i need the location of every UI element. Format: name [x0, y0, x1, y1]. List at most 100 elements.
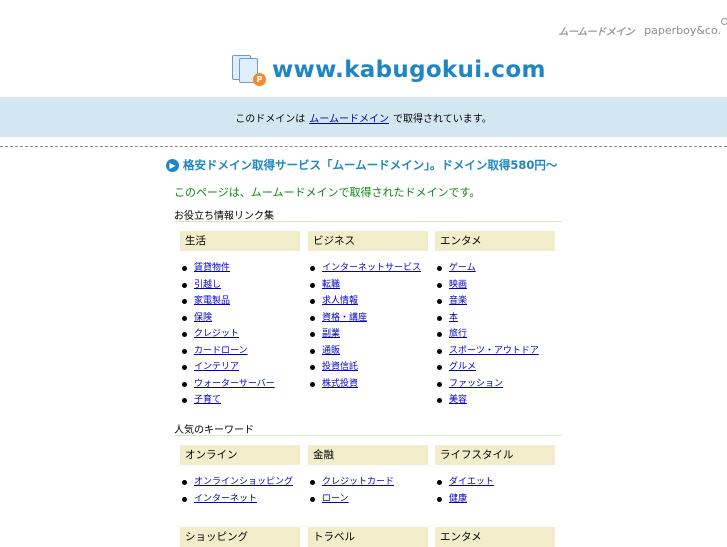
domain-title: www.kabugokui.com [272, 57, 546, 83]
category-link[interactable]: 映画 [449, 280, 467, 290]
category-link[interactable]: ファッション [449, 379, 503, 389]
category-link[interactable]: 美容 [449, 395, 467, 405]
category-link[interactable]: 資格・講座 [322, 313, 367, 323]
category-header: ビジネス [308, 231, 428, 251]
list-item: インテリア [182, 359, 300, 376]
list-item: 健康 [437, 491, 555, 508]
category-link[interactable]: インテリア [194, 362, 239, 372]
list-item: 旅行 [437, 326, 555, 343]
category-link[interactable]: カードローン [194, 346, 248, 356]
brand-logos: ムームードメイン paperboy&co. [558, 17, 727, 40]
list-item: 引越し [182, 277, 300, 294]
dashed-divider [0, 146, 727, 147]
category-column: ライフスタイル ダイエット 健康 [435, 445, 555, 507]
category-link[interactable]: クレジットカード [322, 477, 394, 487]
category-link-list: 賃貸物件引越し家電製品保険クレジットカードローン インテリアウォーターサーバー 子育… [180, 260, 300, 409]
category-column: ショッピング [180, 527, 300, 547]
category-link[interactable]: 子育て [194, 395, 221, 405]
category-column: エンタメ [435, 527, 555, 547]
section-heading: 人気のキーワード [174, 425, 254, 436]
notice-suffix: で取得されています。 [393, 113, 492, 125]
category-link[interactable]: インターネットサービス [322, 263, 421, 273]
category-link[interactable]: 音楽 [449, 296, 467, 306]
category-header: トラベル [308, 527, 428, 547]
section-rule [174, 221, 562, 222]
category-column: ビジネスインターネットサービス 転職求人情報資格・講座副業通販投資信託株式投資 [308, 231, 428, 392]
category-link[interactable]: 本 [449, 313, 458, 323]
category-link[interactable]: 引越し [194, 280, 221, 290]
category-link[interactable]: 保険 [194, 313, 212, 323]
notice-mumu-link[interactable]: ムームードメイン [309, 110, 389, 125]
category-header: オンライン [180, 445, 300, 465]
category-link[interactable]: グルメ [449, 362, 476, 372]
list-item: 副業 [310, 326, 428, 343]
category-link-list: ダイエット 健康 [435, 474, 555, 507]
category-column: トラベル [308, 527, 428, 547]
category-link[interactable]: スポーツ・アウトドア [449, 346, 539, 356]
paperboy-dot-icon [721, 17, 727, 25]
list-item: 音楽 [437, 293, 555, 310]
category-link[interactable]: 求人情報 [322, 296, 358, 306]
category-link[interactable]: 副業 [322, 329, 340, 339]
promo-banner[interactable]: ▶ 格安ドメイン取得サービス「ムームードメイン」。ドメイン取得580円～ [166, 157, 557, 173]
play-circle-icon: ▶ [166, 158, 179, 172]
promo-text: 格安ドメイン取得サービス「ムームードメイン」。ドメイン取得580円～ [183, 158, 558, 172]
category-column: エンタメゲーム映画音楽本旅行スポーツ・アウトドア グルメファッション 美容 [435, 231, 555, 409]
list-item: 転職 [310, 277, 428, 294]
list-item: クレジット [182, 326, 300, 343]
category-header: エンタメ [435, 231, 555, 251]
category-link[interactable]: 旅行 [449, 329, 467, 339]
category-header: 金融 [308, 445, 428, 465]
list-item: ローン [310, 491, 428, 508]
mumu-domain-logo[interactable]: ムームードメイン [558, 23, 634, 38]
notice-bar: このドメインは ムームードメイン で取得されています。 [0, 97, 727, 137]
list-item: インターネットサービス [310, 260, 428, 277]
category-column: オンラインオンラインショッピング インターネット [180, 445, 300, 507]
category-link[interactable]: クレジット [194, 329, 239, 339]
section-heading: お役立ち情報リンク集 [174, 211, 274, 222]
list-item: 賃貸物件 [182, 260, 300, 277]
category-link-list: クレジットカード ローン [308, 474, 428, 507]
category-header: ショッピング [180, 527, 300, 547]
sub-text: このページは、ムームードメインで取得されたドメインです。 [174, 186, 481, 199]
list-item: 家電製品 [182, 293, 300, 310]
list-item: ファッション [437, 376, 555, 393]
domain-pages-icon: P [232, 53, 266, 87]
list-item: インターネット [182, 491, 300, 508]
category-column: 金融クレジットカード ローン [308, 445, 428, 507]
category-link[interactable]: 家電製品 [194, 296, 230, 306]
domain-badge-icon: P [253, 73, 266, 86]
category-link-list: インターネットサービス 転職求人情報資格・講座副業通販投資信託株式投資 [308, 260, 428, 392]
list-item: スポーツ・アウトドア [437, 343, 555, 360]
category-link[interactable]: 転職 [322, 280, 340, 290]
paperboy-logo[interactable]: paperboy&co. [644, 17, 727, 37]
category-link-list: ゲーム映画音楽本旅行スポーツ・アウトドア グルメファッション 美容 [435, 260, 555, 409]
list-item: 求人情報 [310, 293, 428, 310]
category-link[interactable]: 健康 [449, 494, 467, 504]
category-link[interactable]: ゲーム [449, 263, 476, 273]
list-item: 映画 [437, 277, 555, 294]
list-item: クレジットカード [310, 474, 428, 491]
list-item: 株式投資 [310, 376, 428, 393]
category-link[interactable]: 株式投資 [322, 379, 358, 389]
category-link[interactable]: ウォーターサーバー [194, 379, 275, 389]
category-link[interactable]: インターネット [194, 494, 257, 504]
section-rule [174, 435, 562, 436]
category-link[interactable]: 通販 [322, 346, 340, 356]
list-item: オンラインショッピング [182, 474, 300, 491]
category-link[interactable]: ローン [322, 494, 349, 504]
list-item: グルメ [437, 359, 555, 376]
paperboy-logo-text: paperboy&co. [644, 23, 721, 37]
category-link[interactable]: 賃貸物件 [194, 263, 230, 273]
category-column: 生活賃貸物件引越し家電製品保険クレジットカードローン インテリアウォーターサーバー… [180, 231, 300, 409]
category-header: エンタメ [435, 527, 555, 547]
list-item: ウォーターサーバー [182, 376, 300, 393]
category-link[interactable]: オンラインショッピング [194, 477, 293, 487]
list-item: 子育て [182, 392, 300, 409]
list-item: 通販 [310, 343, 428, 360]
list-item: 投資信託 [310, 359, 428, 376]
domain-header: P www.kabugokui.com [232, 53, 546, 87]
category-link[interactable]: ダイエット [449, 477, 494, 487]
category-header: 生活 [180, 231, 300, 251]
category-link[interactable]: 投資信託 [322, 362, 358, 372]
